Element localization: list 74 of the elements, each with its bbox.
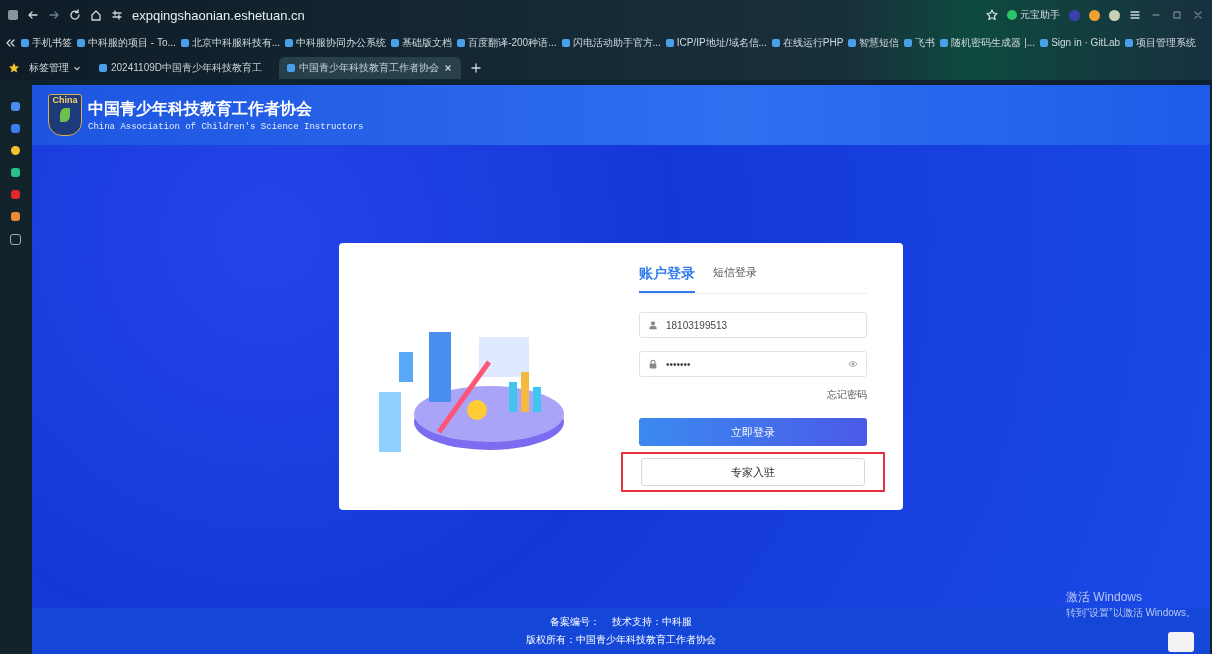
reload-icon[interactable]: [69, 9, 81, 21]
site-subtitle: China Association of Children's Science Instructors: [88, 121, 364, 132]
bookmark[interactable]: 随机密码生成器 |...: [940, 35, 1036, 50]
extension-button[interactable]: 元宝助手: [1007, 8, 1060, 22]
forward-icon[interactable]: [48, 9, 60, 21]
favicon-icon: [457, 38, 466, 47]
bookmark[interactable]: 项目管理系统: [1125, 35, 1197, 50]
footer-text: 技术支持：中科服: [612, 615, 692, 629]
bookmark[interactable]: 北京中科服科技有...: [180, 35, 281, 50]
close-icon[interactable]: [1192, 9, 1204, 21]
favicon-icon: [285, 38, 294, 47]
home-icon[interactable]: [90, 9, 102, 21]
restore-icon[interactable]: [1171, 9, 1183, 21]
sidebar-app-icon[interactable]: [9, 234, 21, 245]
login-button[interactable]: 立即登录: [639, 418, 867, 446]
extension-icon[interactable]: [1089, 9, 1100, 21]
favicon-icon: [1125, 38, 1134, 47]
login-tab[interactable]: 账户登录: [639, 261, 695, 293]
lock-icon: [648, 359, 658, 369]
favicon-icon: [665, 38, 674, 47]
sidebar-app-icon[interactable]: [10, 212, 20, 221]
browser-tab[interactable]: 20241109D中国青少年科技教育工: [91, 56, 270, 79]
favicon-icon: [391, 38, 400, 47]
bookmark[interactable]: 中科服的项目 - To...: [77, 35, 176, 50]
favicon-icon: [77, 38, 85, 47]
login-tab[interactable]: 短信登录: [713, 261, 757, 293]
favicon-icon: [561, 38, 570, 47]
back-icon[interactable]: [27, 9, 39, 21]
bookmark[interactable]: ICP/IP地址/域名信...: [665, 35, 767, 50]
star-icon[interactable]: [986, 9, 998, 21]
bookmark[interactable]: 中科服协同办公系统: [285, 35, 387, 50]
sidebar-app-icon[interactable]: [10, 124, 20, 133]
footer-text: 备案编号：: [550, 615, 600, 629]
favicon-icon: [771, 38, 780, 47]
site-title: 中国青少年科技教育工作者协会: [88, 98, 313, 120]
activation-notice-text: 转到“设置”以激活 Windows。: [1066, 606, 1196, 620]
user-icon: [648, 320, 658, 330]
favicon-icon: [848, 38, 857, 47]
extension-icon[interactable]: [1109, 9, 1120, 21]
site-settings-icon[interactable]: [111, 9, 123, 21]
favicon-icon: [1040, 38, 1049, 47]
address-bar[interactable]: expqingshaonian.eshetuan.cn: [132, 7, 305, 23]
eye-icon[interactable]: [848, 359, 858, 369]
bookmark[interactable]: 基础版文档: [391, 35, 453, 50]
bookmark[interactable]: 在线运行PHP: [771, 35, 844, 50]
bookmark[interactable]: 手机书签: [21, 35, 72, 50]
expert-register-button[interactable]: 专家入驻: [641, 458, 865, 486]
footer-text: 版权所有：中国青少年科技教育工作者协会: [526, 633, 716, 647]
star-icon[interactable]: [8, 61, 20, 74]
activation-notice-title: 激活 Windows: [1066, 589, 1143, 606]
bookmark[interactable]: 百度翻译-200种语...: [457, 35, 557, 50]
favicon-icon: [904, 38, 913, 47]
favicon-icon: [180, 38, 189, 47]
sidebar-app-icon[interactable]: [10, 146, 20, 155]
password-field[interactable]: •••••••: [639, 351, 867, 377]
tab-group-menu[interactable]: 标签管理: [29, 60, 82, 75]
favicon-icon: [940, 38, 949, 47]
bookmark[interactable]: 飞书: [904, 35, 936, 50]
bookmark[interactable]: 闪电活动助手官方...: [561, 35, 661, 50]
new-tab-icon[interactable]: [470, 61, 482, 74]
close-icon[interactable]: [443, 62, 453, 73]
bookmark[interactable]: 智慧短信: [848, 35, 900, 50]
bookmark[interactable]: Sign in · GitLab: [1040, 37, 1121, 48]
favicon-icon: [99, 63, 107, 72]
sidebar-app-icon[interactable]: [10, 168, 20, 177]
browser-tab[interactable]: 中国青少年科技教育工作者协会: [279, 56, 461, 79]
favicon-icon: [287, 63, 295, 72]
sidebar-toggle-icon[interactable]: [8, 10, 18, 20]
forgot-password-link[interactable]: 忘记密码: [827, 388, 867, 402]
sidebar-app-icon[interactable]: [10, 102, 20, 111]
logo-emblem: China: [48, 94, 82, 136]
favicon-icon: [21, 38, 29, 47]
username-field[interactable]: 18103199513: [639, 312, 867, 338]
menu-icon[interactable]: [1129, 9, 1141, 21]
